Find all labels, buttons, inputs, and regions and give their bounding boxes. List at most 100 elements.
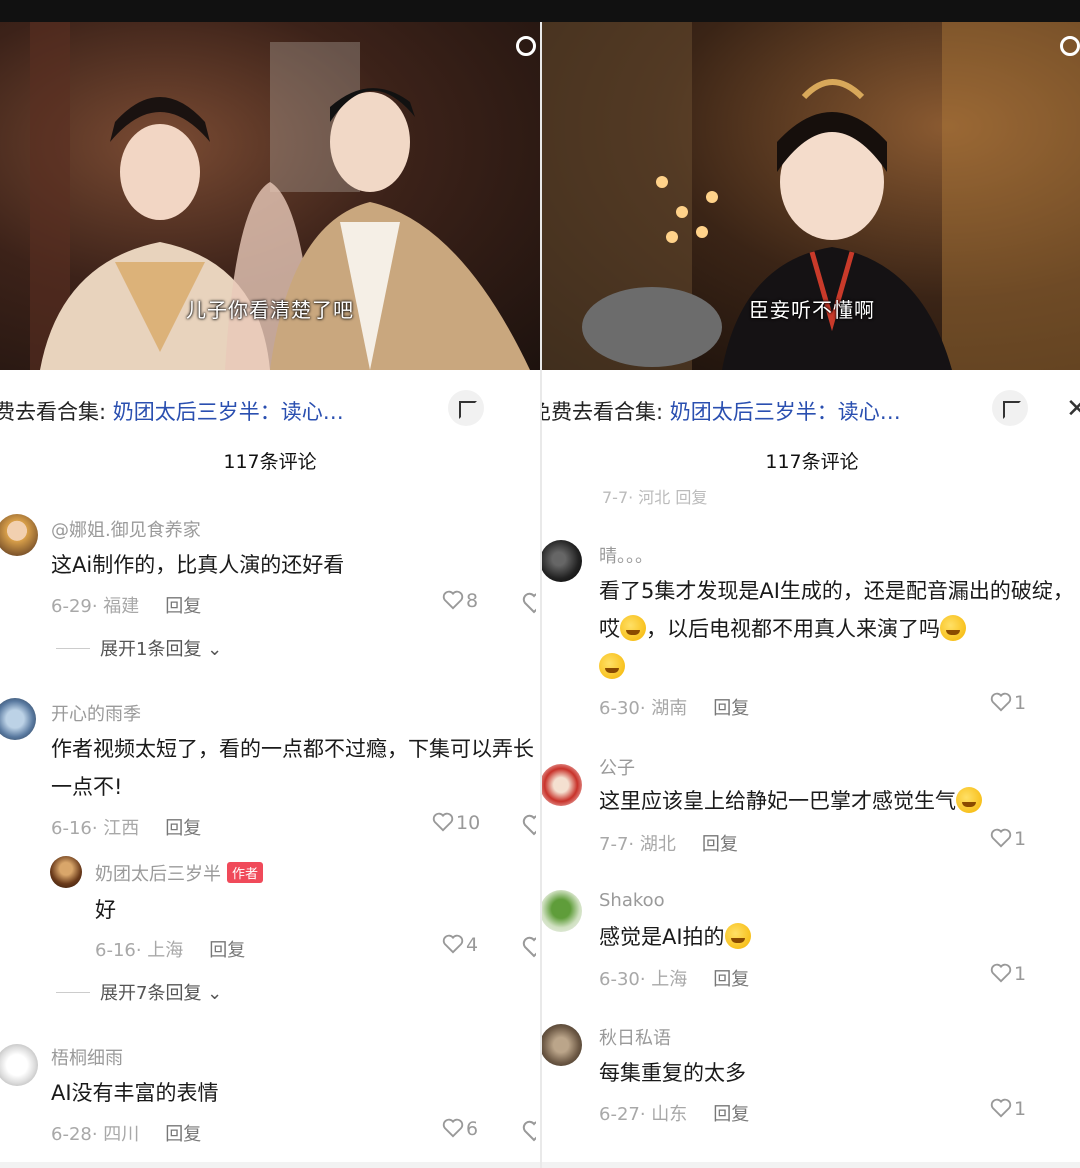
dislike-icon[interactable]	[522, 592, 536, 614]
heart-icon	[990, 963, 1012, 983]
comment-meta: 6-29· 福建 回复	[51, 592, 201, 618]
reply-meta: 6-16· 上海 回复	[95, 936, 245, 962]
heart-icon	[432, 812, 454, 832]
author-badge: 作者	[227, 862, 264, 883]
comment-text: 这Ai制作的，比真人演的还好看	[51, 553, 345, 577]
reply-button[interactable]: 回复	[209, 940, 245, 961]
reply-button[interactable]: 回复	[713, 698, 749, 719]
comment-author[interactable]: 梧桐细雨	[51, 1044, 123, 1070]
laugh-cry-emoji-icon	[599, 653, 625, 679]
avatar[interactable]	[50, 856, 82, 888]
like-button[interactable]: 1	[990, 692, 1026, 714]
heart-icon	[442, 590, 464, 610]
like-count: 1	[1014, 1098, 1027, 1120]
collection-bar[interactable]: 免费去看合集: 奶团太后三岁半：读心… ✕	[542, 370, 1080, 452]
left-screenshot: 儿子你看清楚了吧 费去看合集: 奶团太后三岁半：读心… 117条评论 @娜姐.御…	[0, 22, 540, 1168]
reply-button[interactable]: 回复	[165, 1124, 201, 1145]
comment-author[interactable]: 公子	[599, 754, 635, 780]
reply-text: 好	[95, 898, 116, 922]
like-count: 1	[1014, 828, 1027, 850]
avatar[interactable]	[0, 1044, 38, 1086]
comment-meta: 7-7· 湖北 回复	[599, 830, 738, 856]
video-player[interactable]: 臣妾听不懂啊	[542, 22, 1080, 370]
comment-author[interactable]: Shakoo	[599, 890, 665, 911]
comment-text: 感觉是AI拍的	[599, 918, 751, 956]
collection-bar[interactable]: 费去看合集: 奶团太后三岁半：读心…	[0, 370, 540, 452]
avatar[interactable]	[0, 514, 38, 556]
reply-button[interactable]: 回复	[165, 818, 201, 839]
grin-emoji-icon	[724, 923, 751, 949]
comment-author[interactable]: 开心的雨季	[51, 700, 141, 726]
like-count: 10	[456, 812, 481, 834]
heart-icon	[990, 828, 1012, 848]
collection-link[interactable]: 奶团太后三岁半：读心…	[670, 400, 901, 424]
video-player[interactable]: 儿子你看清楚了吧	[0, 22, 540, 370]
comment-date: 6-29· 福建	[51, 596, 140, 617]
collection-prefix: 免费去看合集:	[540, 400, 664, 424]
reply-button[interactable]: 回复	[165, 596, 201, 617]
video-subtitle: 臣妾听不懂啊	[749, 298, 875, 322]
reply-button[interactable]: 回复	[702, 834, 738, 855]
avatar[interactable]	[542, 540, 582, 582]
comment-date: 6-16· 江西	[51, 818, 140, 839]
comment-text-body: 这里应该皇上给静妃一巴掌才感觉生气	[599, 789, 956, 813]
like-button[interactable]: 4	[442, 934, 478, 956]
heart-icon	[442, 934, 464, 954]
like-count: 1	[1014, 963, 1027, 985]
collection-link[interactable]: 奶团太后三岁半：读心…	[113, 400, 344, 424]
like-count: 8	[466, 590, 479, 612]
dislike-icon[interactable]	[522, 936, 536, 958]
like-count: 1	[1014, 692, 1027, 714]
comment-meta: 6-28· 四川 回复	[51, 1120, 201, 1146]
like-button[interactable]: 1	[990, 963, 1026, 985]
comment-date: 6-27· 山东	[599, 1104, 688, 1125]
like-button[interactable]: 1	[990, 1098, 1026, 1120]
top-black-bar	[0, 0, 1080, 22]
search-icon[interactable]	[516, 36, 536, 56]
expand-replies-label: 展开1条回复	[100, 639, 202, 660]
comment-author[interactable]: @娜姐.御见食养家	[51, 516, 201, 542]
comment-count: 117条评论	[765, 451, 859, 473]
like-button[interactable]: 1	[990, 828, 1026, 850]
comment-meta: 6-30· 上海 回复	[599, 965, 749, 991]
heart-icon	[990, 1098, 1012, 1118]
comment-meta: 6-30· 湖南 回复	[599, 694, 749, 720]
expand-icon[interactable]	[992, 390, 1028, 426]
like-button[interactable]: 6	[442, 1118, 478, 1140]
heart-icon	[990, 692, 1012, 712]
reply-author-name: 奶团太后三岁半	[95, 864, 221, 885]
collection-prefix: 费去看合集:	[0, 400, 107, 424]
expand-replies[interactable]: 展开1条回复 ⌄	[56, 635, 222, 661]
avatar[interactable]	[542, 764, 582, 806]
like-count: 6	[466, 1118, 479, 1140]
comment-author[interactable]: 晴。。。	[599, 542, 653, 568]
comment-date: 6-30· 上海	[599, 969, 688, 990]
avatar[interactable]	[542, 890, 582, 932]
comment-author[interactable]: 秋日私语	[599, 1024, 671, 1050]
reply-author[interactable]: 奶团太后三岁半 作者	[95, 860, 264, 886]
expand-icon[interactable]	[448, 390, 484, 426]
collection-text[interactable]: 免费去看合集: 奶团太后三岁半：读心…	[540, 396, 901, 426]
comment-text: 这里应该皇上给静妃一巴掌才感觉生气	[599, 782, 982, 820]
laugh-cry-emoji-icon	[620, 615, 646, 641]
search-icon[interactable]	[1060, 36, 1080, 56]
laugh-cry-emoji-icon	[940, 615, 966, 641]
dislike-icon[interactable]	[522, 814, 536, 836]
dislike-icon[interactable]	[522, 1120, 536, 1142]
avatar[interactable]	[0, 698, 36, 740]
laugh-cry-emoji-icon	[956, 787, 982, 813]
avatar[interactable]	[542, 1024, 582, 1066]
comment-text: 每集重复的太多	[599, 1061, 746, 1085]
reply-button[interactable]: 回复	[713, 1104, 749, 1125]
reply-button[interactable]: 回复	[713, 969, 749, 990]
close-icon[interactable]: ✕	[1066, 394, 1080, 424]
expand-replies[interactable]: 展开7条回复 ⌄	[56, 979, 222, 1005]
like-button[interactable]: 10	[432, 812, 480, 834]
comment-text-body: 感觉是AI拍的	[599, 925, 725, 949]
bottom-divider	[542, 1162, 1080, 1168]
comment-meta: 6-27· 山东 回复	[599, 1100, 749, 1126]
like-button[interactable]: 8	[442, 590, 478, 612]
collection-text[interactable]: 费去看合集: 奶团太后三岁半：读心…	[0, 396, 344, 426]
comment-date: 7-7· 湖北	[599, 834, 676, 855]
comment-count: 117条评论	[223, 451, 317, 473]
